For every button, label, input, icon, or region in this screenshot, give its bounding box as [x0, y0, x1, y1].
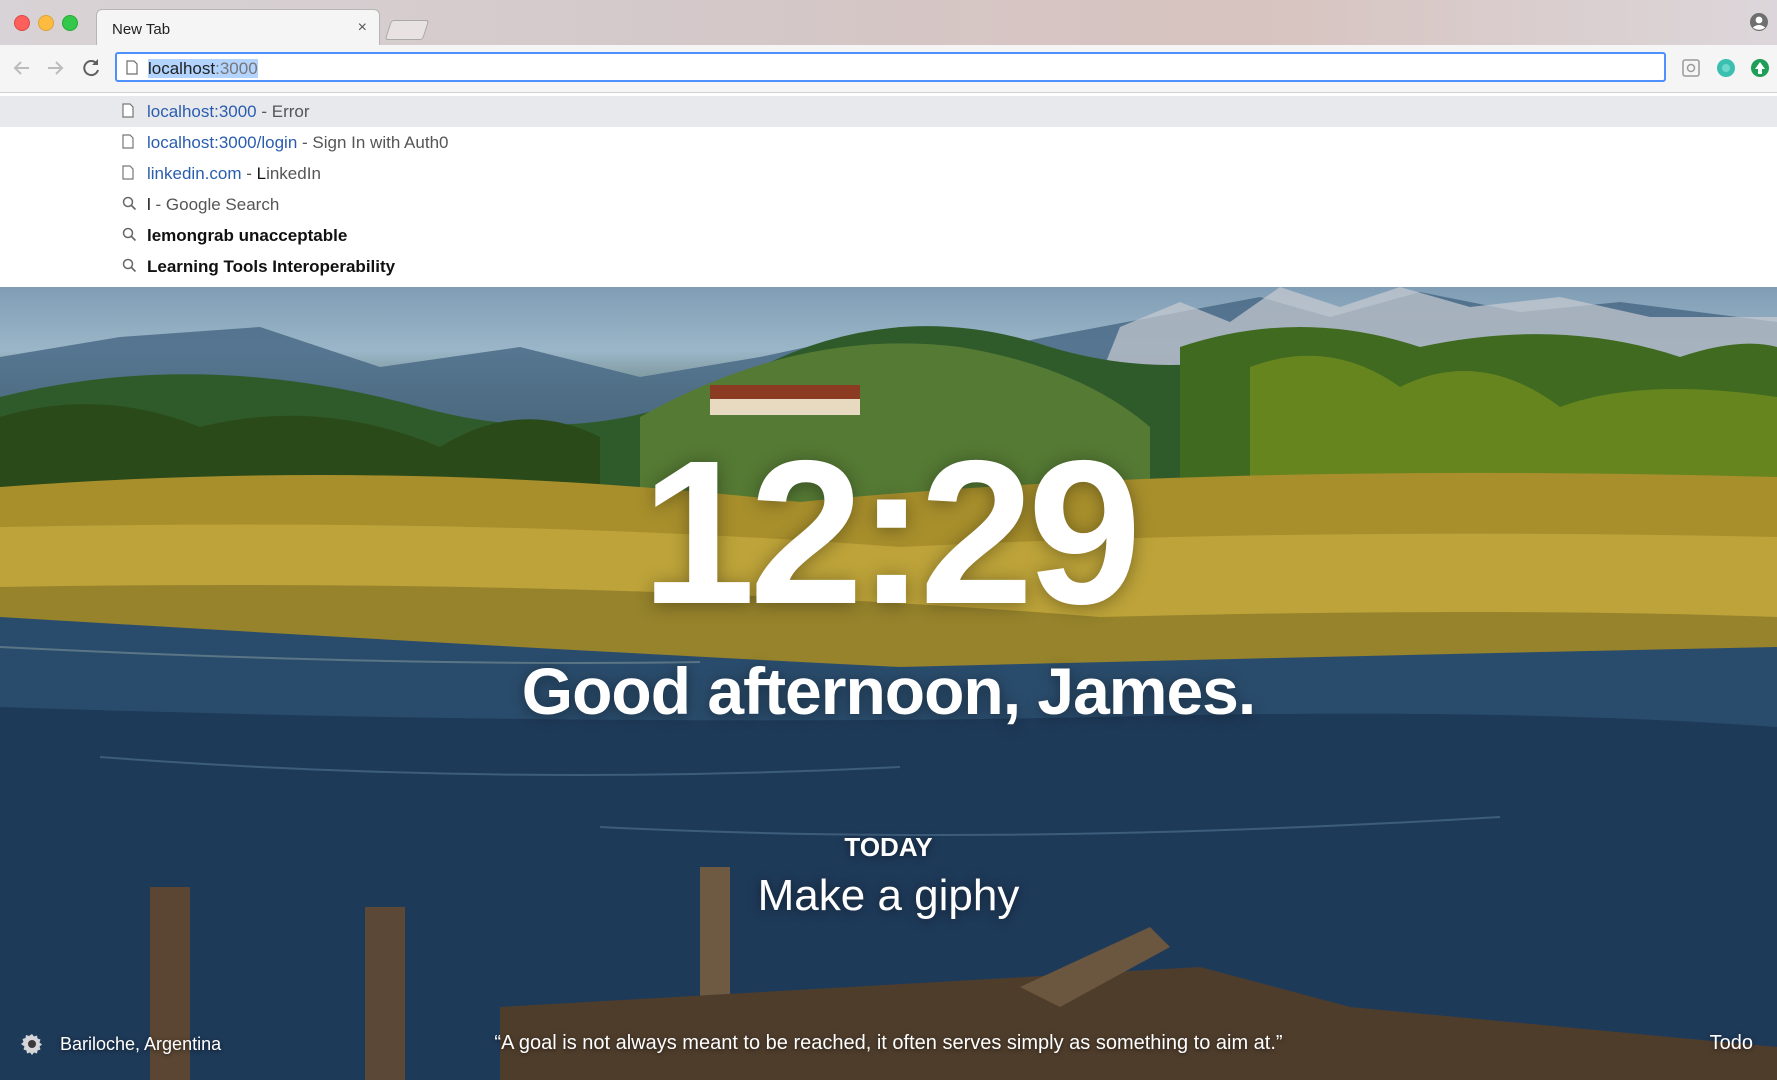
suggestion-item[interactable]: localhost:3000 - Error: [0, 96, 1777, 127]
tab-title: New Tab: [112, 21, 171, 38]
search-icon: [122, 196, 137, 216]
suggestion-title: - Google Search: [150, 195, 280, 214]
page-icon: [126, 60, 138, 80]
address-host: localhost: [148, 59, 216, 78]
tab-close-icon[interactable]: ×: [358, 19, 367, 37]
new-tab-button[interactable]: [384, 20, 430, 40]
daily-focus-text[interactable]: Make a giphy: [0, 871, 1777, 921]
page-icon: [122, 134, 134, 154]
extension-green-icon[interactable]: [1750, 58, 1770, 78]
suggestion-url: linkedin.com: [147, 164, 242, 183]
todo-button[interactable]: Todo: [1710, 1032, 1753, 1055]
greeting-text: Good afternoon, James.: [521, 654, 1256, 728]
suggestion-title-match: L: [256, 164, 267, 183]
address-text: localhost:3000: [148, 59, 258, 79]
quote-text: “A goal is not always meant to be reache…: [494, 1032, 1283, 1054]
suggestion-item[interactable]: localhost:3000/login - Sign In with Auth…: [0, 127, 1777, 158]
suggestion-url: localhost:3000: [147, 102, 257, 121]
window-maximize-button[interactable]: [62, 15, 78, 31]
suggestion-item[interactable]: linkedin.com - LinkedIn: [0, 158, 1777, 189]
back-arrow-icon[interactable]: [10, 56, 34, 80]
reload-icon[interactable]: [79, 56, 103, 80]
suggestion-title: - Error: [256, 102, 310, 121]
browser-toolbar: localhost:3000: [0, 45, 1777, 93]
page-icon: [122, 165, 134, 185]
address-port: :3000: [215, 59, 258, 78]
search-icon: [122, 227, 137, 247]
page-icon: [122, 103, 134, 123]
tab-new-tab[interactable]: New Tab ×: [96, 9, 380, 47]
suggestion-title: - Sign In with Auth0: [297, 133, 449, 152]
browser-titlebar: New Tab ×: [0, 0, 1777, 47]
suggestion-query: Learning Tools Interoperability: [147, 257, 396, 276]
suggestion-item[interactable]: lemongrab unacceptable: [0, 220, 1777, 251]
omnibox-suggestions: localhost:3000 - Error localhost:3000/lo…: [0, 93, 1777, 288]
suggestion-title: inkedIn: [266, 164, 321, 183]
address-bar[interactable]: localhost:3000: [115, 52, 1666, 82]
extension-teal-icon[interactable]: [1716, 58, 1736, 78]
forward-arrow-icon[interactable]: [43, 56, 67, 80]
profile-icon[interactable]: [1749, 12, 1769, 37]
window-minimize-button[interactable]: [38, 15, 54, 31]
extension-grid-icon[interactable]: [1681, 58, 1701, 78]
search-icon: [122, 258, 137, 278]
suggestion-query: lemongrab unacceptable: [147, 226, 348, 245]
suggestion-url: localhost:3000/login: [147, 133, 298, 152]
suggestion-item[interactable]: Learning Tools Interoperability: [0, 251, 1777, 282]
suggestion-title-prefix: -: [241, 164, 257, 183]
window-close-button[interactable]: [14, 15, 30, 31]
clock-time: 12:29: [641, 418, 1141, 647]
today-label: TODAY: [844, 832, 933, 862]
suggestion-item[interactable]: l - Google Search: [0, 189, 1777, 220]
